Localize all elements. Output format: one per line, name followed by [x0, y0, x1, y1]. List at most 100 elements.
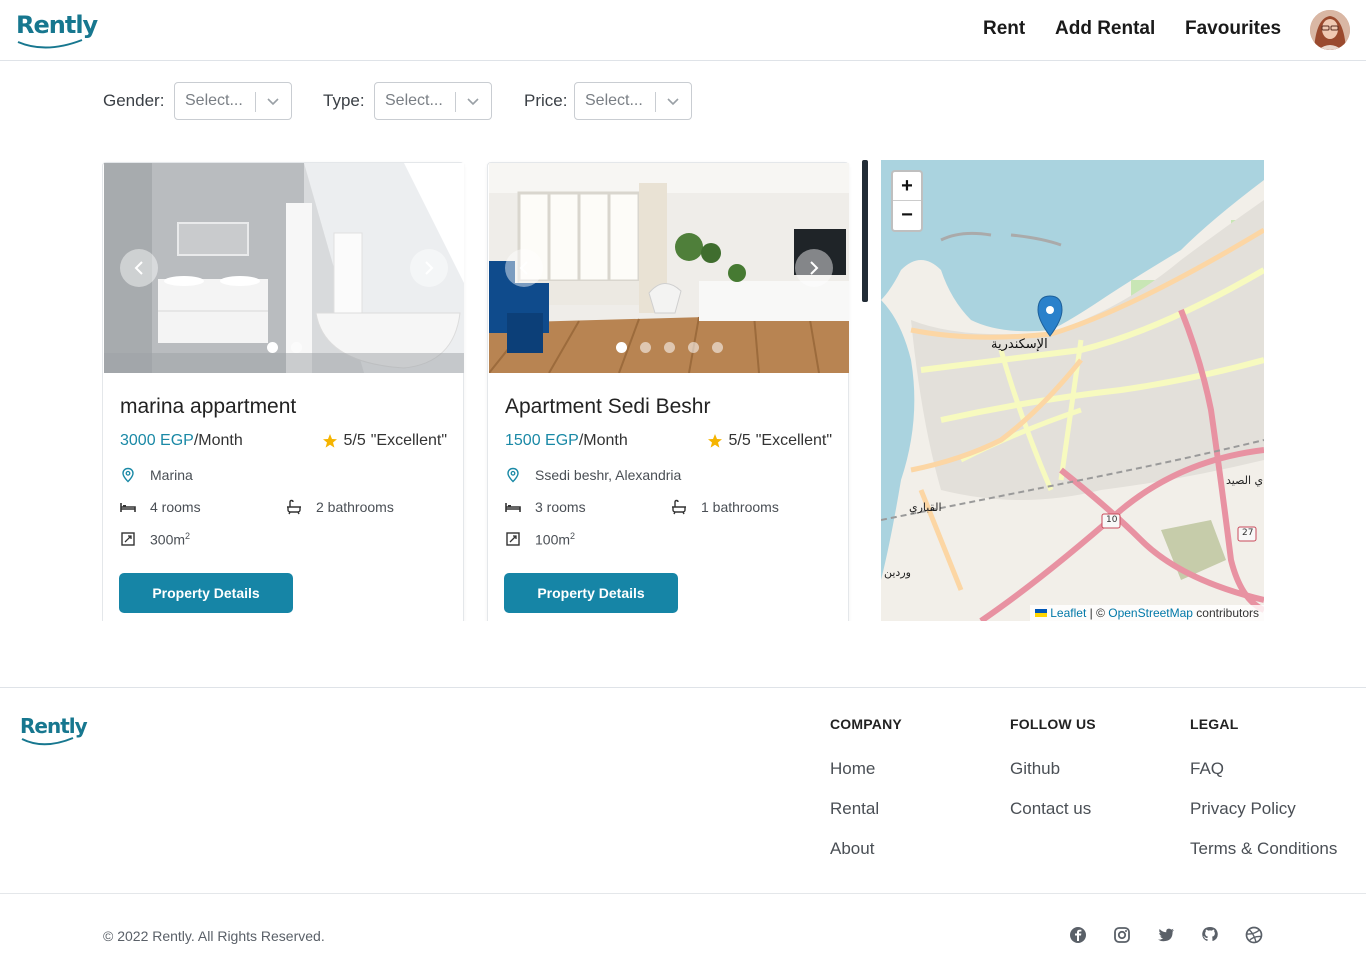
carousel-dot[interactable] [664, 342, 675, 353]
footer-link-home[interactable]: Home [830, 759, 875, 779]
area-text: 300m2 [150, 531, 190, 548]
map-tiles [881, 160, 1264, 621]
instagram-icon[interactable] [1113, 926, 1131, 944]
footer-link-faq[interactable]: FAQ [1190, 759, 1224, 779]
listing-card: Apartment Sedi Beshr 1500 EGP/Month 5/5 … [487, 162, 849, 621]
carousel-dot[interactable] [267, 342, 278, 353]
chevron-down-icon[interactable] [466, 94, 480, 108]
listing-image-carousel[interactable] [489, 163, 849, 373]
listing-bathrooms: 2 bathrooms [286, 499, 394, 515]
rently-logo[interactable]: Rently [16, 11, 98, 49]
listing-rooms: 3 rooms [505, 499, 586, 515]
listing-price: 3000 EGP/Month [120, 432, 243, 450]
footer-company-heading: COMPANY [830, 716, 902, 732]
footer-follow-heading: FOLLOW US [1010, 716, 1096, 732]
footer-link-contact[interactable]: Contact us [1010, 799, 1091, 819]
listing-rooms: 4 rooms [120, 499, 201, 515]
chevron-down-icon[interactable] [666, 94, 680, 108]
select-separator [455, 92, 456, 112]
footer-link-github[interactable]: Github [1010, 759, 1060, 779]
listing-area: 100m2 [505, 531, 575, 548]
listing-location: Ssedi beshr, Alexandria [505, 467, 681, 483]
attribution-tail: contributors [1192, 606, 1259, 620]
area-icon [121, 532, 135, 547]
bathrooms-text: 2 bathrooms [316, 499, 394, 515]
bathtub-icon [287, 499, 301, 515]
github-icon[interactable] [1201, 926, 1219, 944]
chevron-right-icon [810, 261, 819, 275]
listing-title: Apartment Sedi Beshr [505, 395, 711, 418]
map-label-city: الإسكندرية [991, 337, 1048, 352]
openstreetmap-link[interactable]: OpenStreetMap [1108, 606, 1193, 620]
carousel-dots [267, 342, 302, 353]
price-period: /Month [578, 432, 628, 449]
rooms-text: 4 rooms [150, 499, 201, 515]
chevron-left-icon [519, 261, 528, 275]
footer-link-terms[interactable]: Terms & Conditions [1190, 839, 1337, 859]
type-select-placeholder: Select... [385, 92, 443, 109]
carousel-dot[interactable] [640, 342, 651, 353]
carousel-dot[interactable] [616, 342, 627, 353]
rating-text: "Excellent" [370, 432, 447, 449]
price-amount: 1500 EGP [505, 432, 579, 449]
twitter-icon[interactable] [1157, 926, 1175, 944]
chevron-down-icon[interactable] [266, 94, 280, 108]
select-separator [655, 92, 656, 112]
footer-link-privacy[interactable]: Privacy Policy [1190, 799, 1296, 819]
bathtub-icon [672, 499, 686, 515]
listing-bathrooms: 1 bathrooms [671, 499, 779, 515]
footer-logo-text: Rently [20, 714, 88, 738]
listing-price: 1500 EGP/Month [505, 432, 628, 450]
gender-select[interactable]: Select... [174, 82, 292, 120]
map-label-wardian: وردين [884, 566, 911, 579]
type-select[interactable]: Select... [374, 82, 492, 120]
nav-favourites-link[interactable]: Favourites [1185, 18, 1281, 40]
rooms-text: 3 rooms [535, 499, 586, 515]
location-pin-icon [507, 467, 519, 483]
select-separator [255, 92, 256, 112]
listing-rating: 5/5 "Excellent" [322, 432, 447, 450]
dribbble-icon[interactable] [1245, 926, 1263, 944]
carousel-dot[interactable] [291, 342, 302, 353]
rating-text: "Excellent" [755, 432, 832, 449]
chevron-left-icon [134, 261, 143, 275]
facebook-icon[interactable] [1069, 926, 1087, 944]
location-text: Ssedi beshr, Alexandria [535, 467, 682, 483]
map-zoom-control: + − [891, 170, 923, 232]
listing-rating: 5/5 "Excellent" [707, 432, 832, 450]
map-attribution: Leaflet | © OpenStreetMap contributors [1029, 605, 1264, 621]
bed-icon [505, 503, 521, 512]
map-view[interactable]: الإسكندرية القباري وردين ي الصيد 10 27 +… [881, 160, 1264, 621]
logo-swoosh-icon [17, 39, 83, 49]
property-details-button[interactable]: Property Details [504, 573, 678, 613]
footer-link-rental[interactable]: Rental [830, 799, 879, 819]
carousel-next-button[interactable] [795, 249, 833, 287]
zoom-out-button[interactable]: − [893, 201, 921, 230]
carousel-prev-button[interactable] [505, 249, 543, 287]
listing-card: marina appartment 3000 EGP/Month 5/5 "Ex… [102, 162, 464, 621]
carousel-prev-button[interactable] [120, 249, 158, 287]
price-select[interactable]: Select... [574, 82, 692, 120]
user-avatar[interactable] [1310, 10, 1350, 50]
zoom-in-button[interactable]: + [893, 172, 921, 201]
listing-area: 300m2 [120, 531, 190, 548]
footer-link-about[interactable]: About [830, 839, 874, 859]
footer-divider [0, 687, 1366, 688]
copyright-text: © 2022 Rently. All Rights Reserved. [103, 928, 325, 944]
nav-add-rental-link[interactable]: Add Rental [1055, 18, 1155, 40]
gender-select-placeholder: Select... [185, 92, 243, 109]
carousel-dot[interactable] [712, 342, 723, 353]
carousel-dot[interactable] [688, 342, 699, 353]
listings-scrollbar[interactable] [862, 160, 868, 302]
price-period: /Month [193, 432, 243, 449]
footer-logo[interactable]: Rently [20, 714, 88, 746]
map-label-qabbari: القباري [909, 501, 942, 514]
nav-rent-link[interactable]: Rent [983, 18, 1025, 40]
carousel-next-button[interactable] [410, 249, 448, 287]
listings-list[interactable]: marina appartment 3000 EGP/Month 5/5 "Ex… [102, 160, 862, 621]
listing-image-carousel[interactable] [104, 163, 464, 373]
area-icon [506, 532, 520, 547]
ukraine-flag-icon [1034, 609, 1047, 617]
leaflet-link[interactable]: Leaflet [1050, 606, 1086, 620]
property-details-button[interactable]: Property Details [119, 573, 293, 613]
